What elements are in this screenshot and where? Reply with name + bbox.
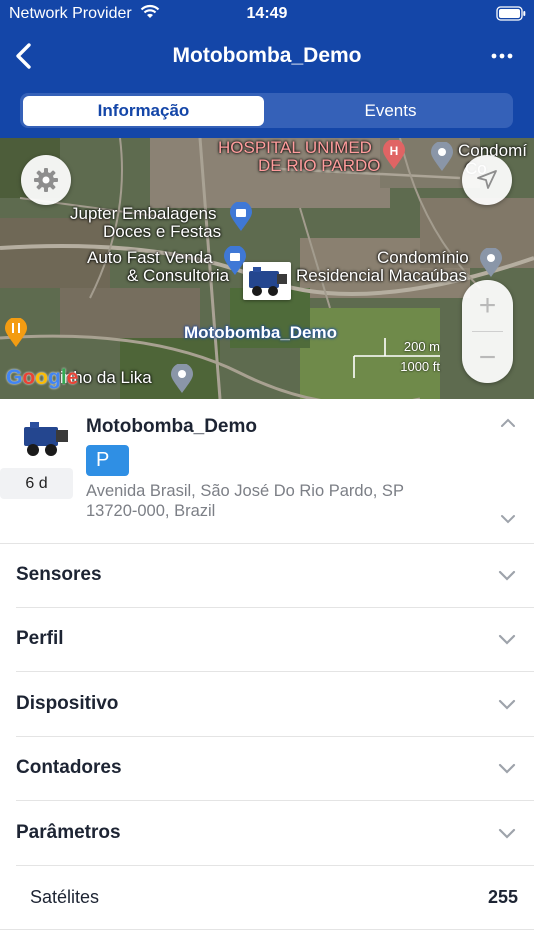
map-view[interactable]: HOSPITAL UNIMED DE RIO PARDO H Condomí C… — [0, 138, 534, 399]
zoom-controls: + − — [462, 280, 513, 383]
gear-icon — [34, 168, 58, 192]
device-detail-screen: Network Provider 14:49 Motobomba_Demo In… — [0, 0, 534, 950]
parameter-row-satelites: Satélites 255 — [0, 866, 534, 930]
device-map-marker[interactable] — [243, 262, 291, 300]
shopping-pin-icon — [229, 201, 253, 237]
location-arrow-icon — [477, 170, 497, 189]
section-label: Dispositivo — [16, 693, 119, 714]
battery-icon — [496, 6, 526, 26]
parameter-label: Satélites — [30, 887, 100, 907]
clock: 14:49 — [246, 5, 288, 22]
device-summary-card[interactable]: 6 d Motobomba_Demo P Avenida Brasil, São… — [0, 399, 534, 544]
map-poi-hospital: HOSPITAL UNIMED — [218, 138, 372, 157]
map-device-label: Motobomba_Demo — [184, 323, 337, 342]
segmented-tabs: Informação Events — [20, 93, 513, 128]
last-update-age: 6 d — [0, 468, 73, 499]
collapse-button[interactable] — [500, 416, 516, 434]
section-label: Parâmetros — [16, 822, 121, 843]
chevron-up-icon — [501, 418, 515, 427]
motor-pump-icon — [249, 267, 287, 296]
chevron-down-icon — [501, 515, 515, 524]
poi-pin-icon — [170, 363, 194, 399]
hospital-pin-icon: H — [382, 139, 406, 175]
map-poi-hospital-line2: DE RIO PARDO — [258, 156, 381, 175]
address-line-1: Avenida Brasil, São José Do Rio Pardo, S… — [86, 482, 404, 500]
svg-text:H: H — [390, 144, 399, 158]
page-title: Motobomba_Demo — [172, 44, 362, 67]
section-contadores[interactable]: Contadores — [16, 737, 534, 801]
poi-pin-icon — [479, 247, 503, 283]
section-sensores[interactable]: Sensores — [16, 544, 534, 608]
map-poi-autofast-line2: & Consultoria — [127, 266, 230, 285]
parameter-value: 255 — [487, 887, 518, 907]
scale-metric-label: 200 m — [403, 339, 440, 354]
map-poi-residencial: Residencial Macaúbas — [296, 266, 468, 285]
map-settings-button[interactable] — [21, 155, 71, 205]
section-dispositivo[interactable]: Dispositivo — [16, 673, 534, 737]
map-poi-jupter-line2: Doces e Festas — [103, 222, 222, 241]
status-bar: Network Provider 14:49 — [0, 0, 534, 28]
section-perfil[interactable]: Perfil — [16, 608, 534, 672]
scale-imperial-label: 1000 ft — [400, 359, 440, 374]
zoom-in-button[interactable]: + — [462, 280, 513, 331]
section-parametros[interactable]: Parâmetros — [16, 802, 534, 866]
restaurant-pin-icon — [4, 317, 28, 353]
section-label: Sensores — [16, 564, 102, 585]
map-poi-jupter: Jupter Embalagens — [70, 204, 217, 223]
chevron-down-icon — [498, 632, 516, 650]
map-poi-autofast: Auto Fast Venda — [87, 248, 213, 267]
zoom-out-button[interactable]: − — [462, 332, 513, 383]
ellipsis-icon — [491, 53, 513, 59]
device-name: Motobomba_Demo — [86, 416, 257, 437]
map-locate-button[interactable] — [462, 155, 512, 205]
map-poi-condominio: Condomínio — [377, 248, 469, 267]
chevron-down-icon — [498, 697, 516, 715]
chevron-down-icon — [498, 761, 516, 779]
expand-details-button[interactable] — [500, 512, 516, 530]
nav-bar: Motobomba_Demo — [0, 34, 534, 78]
section-label: Contadores — [16, 757, 122, 778]
tab-events[interactable]: Events — [270, 96, 511, 126]
parking-status-badge: P — [86, 445, 129, 476]
motor-pump-icon — [24, 422, 68, 456]
more-button[interactable] — [490, 44, 514, 68]
google-logo: Google — [6, 366, 79, 389]
device-thumbnail — [18, 417, 74, 461]
section-label: Perfil — [16, 628, 64, 649]
address-line-2: 13720-000, Brazil — [86, 502, 216, 520]
tab-informacao[interactable]: Informação — [23, 96, 264, 126]
chevron-down-icon — [498, 568, 516, 586]
device-address: Avenida Brasil, São José Do Rio Pardo, S… — [86, 481, 466, 521]
poi-pin-icon — [430, 141, 454, 177]
map-scale-bar: 200 m 1000 ft — [352, 338, 442, 380]
chevron-down-icon — [498, 826, 516, 844]
header: Network Provider 14:49 Motobomba_Demo In… — [0, 0, 534, 138]
